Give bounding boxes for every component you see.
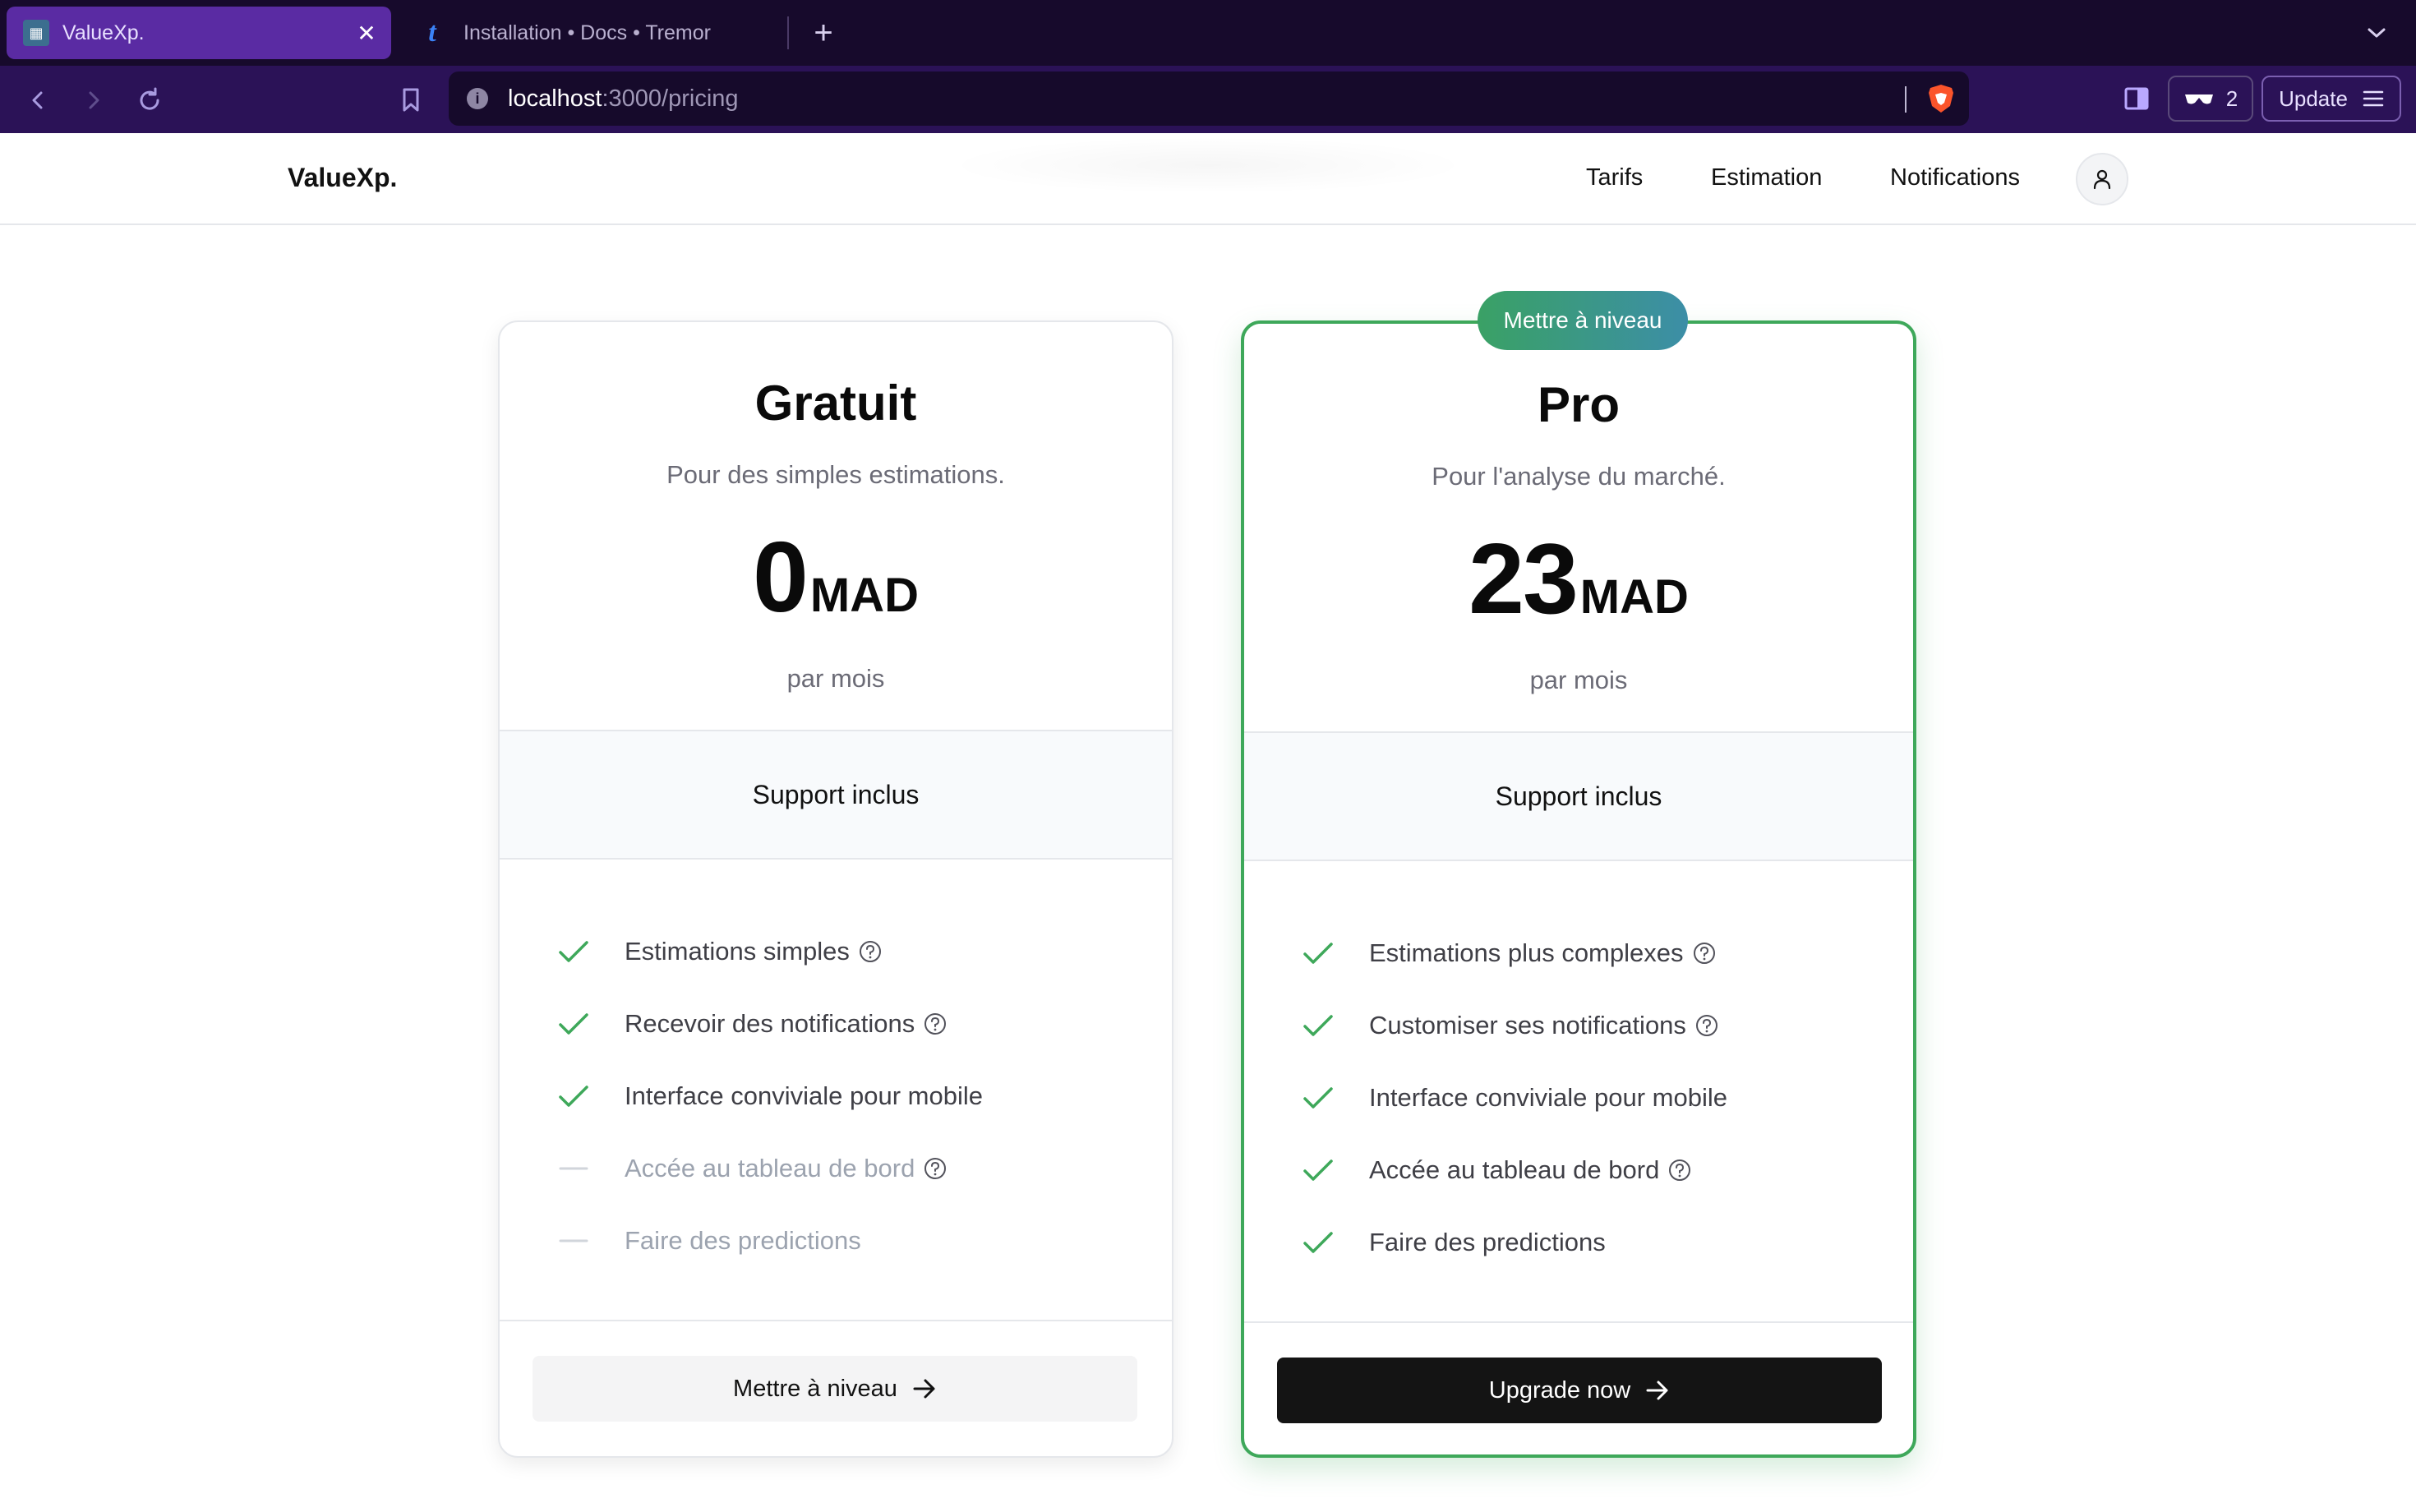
url-host: localhost	[508, 85, 602, 112]
feature-item: Interface conviviale pour mobile	[556, 1072, 983, 1121]
cta-label: Upgrade now	[1488, 1376, 1631, 1404]
price-period: par mois	[1529, 666, 1628, 694]
tab-valuexp[interactable]: ▦ ValueXp. ✕	[7, 7, 391, 59]
sidebar-toggle-icon[interactable]	[2117, 76, 2156, 122]
feature-item: Estimations plus complexes	[1300, 929, 1717, 978]
feature-label: Customiser ses notifications	[1369, 1011, 1686, 1040]
price-currency: MAD	[809, 569, 919, 622]
feature-label: Faire des predictions	[625, 1226, 861, 1255]
feature-label: Estimations plus complexes	[1369, 938, 1684, 967]
upgrade-button-free[interactable]: Mettre à niveau	[533, 1356, 1137, 1422]
feature-label: Estimations simples	[625, 937, 850, 966]
tab-separator	[787, 16, 789, 49]
nav-link-notifications[interactable]: Notifications	[1890, 164, 2020, 191]
tremor-favicon-icon: t	[428, 17, 436, 48]
pricing-card-free: Gratuit Pour des simples estimations. 0 …	[498, 320, 1173, 1458]
plan-subtitle: Pour des simples estimations.	[666, 460, 1005, 489]
bookmark-icon[interactable]	[391, 81, 431, 120]
dash-icon	[556, 1150, 592, 1187]
feature-item: Estimations simples	[556, 927, 883, 976]
upgrade-now-button[interactable]: Upgrade now	[1277, 1358, 1882, 1423]
price-amount: 0	[753, 521, 809, 633]
feature-item: Customiser ses notifications	[1300, 1001, 1719, 1050]
plan-price: 23 MAD	[1244, 521, 1913, 636]
nav-link-estimation[interactable]: Estimation	[1711, 164, 1822, 191]
check-icon	[1300, 1224, 1336, 1261]
browser-toolbar: i localhost:3000/pricing 2 Update	[0, 66, 2416, 133]
user-avatar-button[interactable]	[2076, 153, 2128, 205]
feature-label: Recevoir des notifications	[625, 1009, 915, 1038]
text-cursor	[1905, 86, 1907, 113]
nav-link-tarifs[interactable]: Tarifs	[1586, 164, 1643, 191]
feature-label: Interface conviviale pour mobile	[1369, 1083, 1727, 1112]
tab-title: ValueXp.	[62, 21, 145, 44]
check-icon	[556, 1006, 592, 1042]
plan-name: Gratuit	[754, 376, 917, 431]
feature-item-disabled: Accée au tableau de bord	[556, 1144, 947, 1193]
help-circle-icon[interactable]	[1667, 1158, 1692, 1182]
close-tab-icon[interactable]: ✕	[350, 16, 383, 49]
support-banner: Support inclus	[1244, 731, 1913, 861]
feature-label: Faire des predictions	[1369, 1228, 1606, 1256]
feature-item-disabled: Faire des predictions	[556, 1216, 861, 1265]
shields-counter-button[interactable]: 2	[2168, 76, 2253, 122]
plan-price: 0 MAD	[500, 519, 1172, 634]
tab-list-chevron-down-icon[interactable]	[2358, 15, 2395, 51]
back-arrow-icon[interactable]	[18, 81, 58, 120]
feature-item: Faire des predictions	[1300, 1218, 1606, 1267]
valuexp-favicon-icon: ▦	[23, 20, 49, 46]
check-icon	[1300, 935, 1336, 971]
update-button[interactable]: Update	[2262, 76, 2401, 122]
price-currency: MAD	[1579, 570, 1689, 624]
upgrade-badge: Mettre à niveau	[1478, 291, 1688, 350]
check-icon	[1300, 1007, 1336, 1044]
support-banner: Support inclus	[500, 730, 1172, 860]
url-path: :3000/pricing	[602, 85, 739, 112]
price-amount: 23	[1469, 523, 1579, 634]
address-bar[interactable]: i localhost:3000/pricing	[449, 71, 1969, 126]
site-info-icon[interactable]: i	[467, 88, 488, 109]
reload-icon[interactable]	[130, 81, 169, 120]
arrow-right-icon	[1646, 1381, 1668, 1400]
menu-icon	[2363, 90, 2384, 107]
check-icon	[1300, 1080, 1336, 1116]
check-icon	[556, 933, 592, 970]
help-circle-icon[interactable]	[858, 939, 883, 964]
help-circle-icon[interactable]	[1694, 1013, 1719, 1038]
cta-label: Mettre à niveau	[733, 1375, 897, 1402]
check-icon	[556, 1078, 592, 1114]
card-footer-divider	[1244, 1321, 1913, 1323]
plan-subtitle: Pour l'analyse du marché.	[1432, 462, 1726, 491]
dash-icon	[556, 1223, 592, 1259]
feature-label: Interface conviviale pour mobile	[625, 1081, 983, 1110]
site-header: ValueXp. Tarifs Estimation Notifications	[0, 133, 2416, 225]
browser-tab-bar: ▦ ValueXp. ✕ t Installation • Docs • Tre…	[0, 0, 2416, 66]
card-footer-divider	[500, 1320, 1172, 1321]
brand-logo[interactable]: ValueXp.	[288, 163, 397, 193]
brave-shield-icon[interactable]	[1926, 83, 1956, 114]
tab-tremor-docs[interactable]: t Installation • Docs • Tremor	[408, 7, 782, 59]
pricing-card-pro: Mettre à niveau Pro Pour l'analyse du ma…	[1241, 291, 1916, 1458]
feature-label: Accée au tableau de bord	[1369, 1155, 1660, 1184]
feature-item: Interface conviviale pour mobile	[1300, 1073, 1727, 1122]
help-circle-icon[interactable]	[1692, 941, 1717, 966]
user-icon	[2093, 169, 2111, 190]
update-label: Update	[2279, 85, 2348, 111]
feature-item: Accée au tableau de bord	[1300, 1146, 1692, 1195]
glasses-icon	[2184, 94, 2213, 104]
tab-title: Installation • Docs • Tremor	[463, 21, 711, 44]
feature-item: Recevoir des notifications	[556, 999, 947, 1049]
new-tab-plus-icon[interactable]: +	[805, 15, 841, 51]
check-icon	[1300, 1152, 1336, 1188]
header-decoration	[945, 136, 1471, 194]
arrow-right-icon	[913, 1379, 935, 1399]
forward-arrow-icon[interactable]	[74, 81, 113, 120]
help-circle-icon[interactable]	[923, 1012, 947, 1036]
shields-count: 2	[2225, 85, 2238, 111]
price-period: par mois	[786, 664, 885, 693]
feature-label: Accée au tableau de bord	[625, 1154, 915, 1182]
help-circle-icon[interactable]	[923, 1156, 947, 1181]
plan-name: Pro	[1537, 377, 1621, 432]
